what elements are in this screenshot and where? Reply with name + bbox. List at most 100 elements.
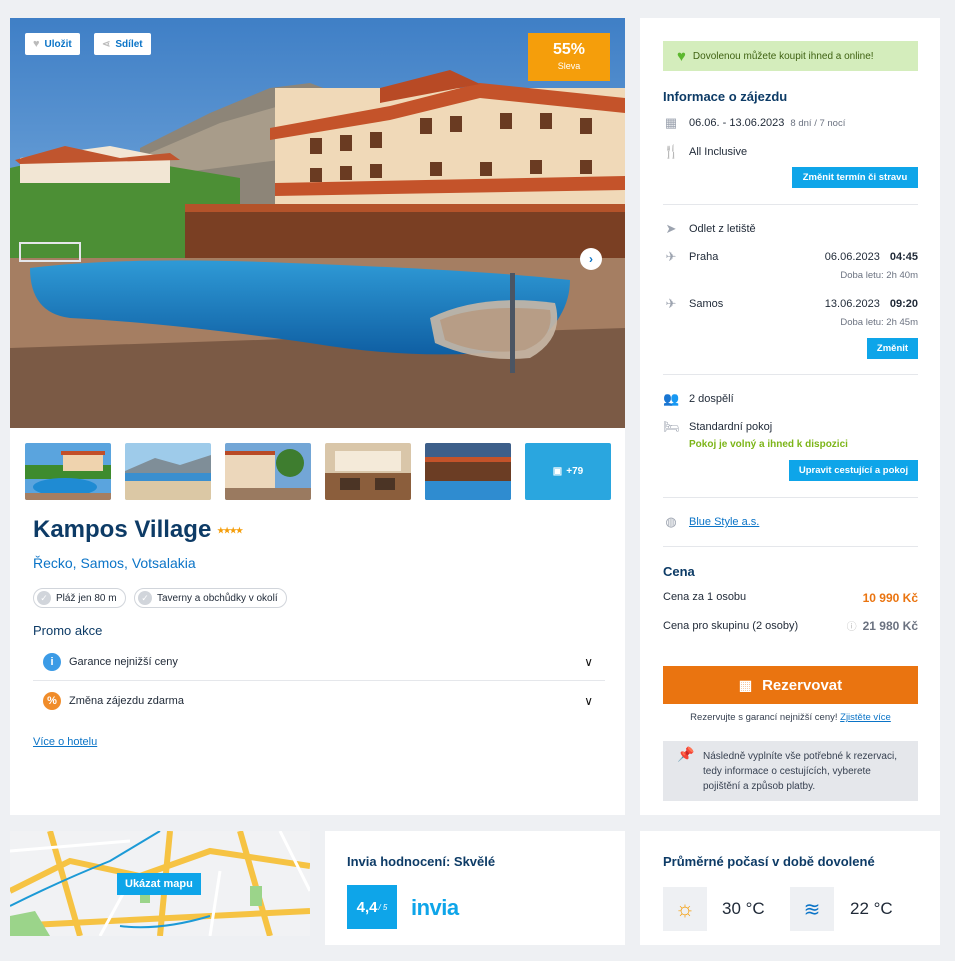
map-card[interactable]: Ukázat mapu (10, 831, 310, 936)
hotel-stars: ★★★★ (217, 525, 243, 535)
tag-beach: ✓ Pláž jen 80 m (33, 588, 126, 608)
rating-score-box: 4,4 / 5 (347, 885, 397, 929)
promo-label: Změna zájezdu zdarma (69, 695, 184, 707)
discount-badge: 55% Sleva (528, 33, 610, 81)
price-group-label: Cena pro skupinu (2 osoby) (663, 619, 799, 632)
show-map-button[interactable]: Ukázat mapu (117, 873, 201, 895)
room: 🛏 Standardní pokoj (663, 419, 772, 435)
inbound-place: Samos (689, 298, 724, 310)
edit-travellers-button[interactable]: Upravit cestující a pokoj (789, 460, 918, 481)
inbound-date: 13.06.2023 (824, 298, 880, 310)
plane-takeoff-icon: ✈ (665, 249, 677, 264)
duration-value: 8 dní / 7 nocí (790, 117, 846, 129)
travellers-value: 2 dospělí (689, 393, 734, 405)
divider (663, 374, 918, 375)
percent-icon: % (43, 692, 61, 710)
hotel-title: Kampos Village ★★★★ (33, 516, 243, 544)
dates-value: 06.06. - 13.06.2023 (689, 117, 785, 129)
board-type: 🍴 All Inclusive (663, 144, 747, 160)
guarantee-link[interactable]: Zjistěte více (840, 712, 891, 723)
booking-card: ♥ Dovolenou můžete koupit ihned a online… (640, 18, 940, 815)
thumbnail-2[interactable] (125, 443, 211, 500)
thumbnail-5[interactable] (425, 443, 511, 500)
thumbnail-image (225, 443, 311, 500)
thumbnail-1[interactable] (25, 443, 111, 500)
inbound-duration: Doba letu: 2h 45m (840, 317, 918, 328)
heart-icon: ♥ (33, 38, 40, 50)
plane-landing-icon: ✈ (665, 296, 677, 311)
tag-label: Taverny a obchůdky v okolí (157, 592, 278, 604)
check-icon: ✓ (138, 591, 152, 605)
promo-price-guarantee[interactable]: i Garance nejnižší ceny ∨ (33, 643, 605, 681)
trip-info-title: Informace o zájezdu (663, 89, 788, 104)
rating-scale: / 5 (378, 902, 388, 912)
air-temperature: 30 °C (722, 899, 765, 918)
water-temperature-icon: ≋ (790, 887, 834, 931)
thumbnail-image (425, 443, 511, 500)
share-button[interactable]: ⋖ Sdílet (94, 33, 151, 55)
room-value: Standardní pokoj (689, 421, 773, 433)
guarantee-text: Rezervujte s garancí nejnižší ceny! (690, 712, 838, 723)
thumbnail-image (25, 443, 111, 500)
rating-score: 4,4 (356, 898, 378, 916)
chevron-down-icon: ∨ (584, 694, 593, 708)
save-button[interactable]: ♥ Uložit (25, 33, 80, 55)
hotel-location[interactable]: Řecko, Samos, Votsalakia (33, 555, 196, 571)
cutlery-icon: 🍴 (663, 144, 680, 159)
next-photo-button[interactable]: › (580, 248, 602, 270)
calendar-icon: ▦ (738, 676, 753, 693)
outbound-duration: Doba letu: 2h 40m (840, 270, 918, 281)
promo-free-change[interactable]: % Změna zájezdu zdarma ∨ (33, 682, 605, 720)
more-photos-button[interactable]: ▣ +79 (525, 443, 611, 500)
invia-logo: invia (411, 895, 459, 920)
agency: ◍ Blue Style a.s. (663, 514, 759, 530)
divider (663, 546, 918, 547)
water-temperature: 22 °C (850, 899, 893, 918)
discount-label: Sleva (557, 61, 581, 71)
more-photos-count: +79 (566, 466, 584, 477)
agency-link[interactable]: Blue Style a.s. (689, 516, 759, 528)
departure-title: Odlet z letiště (689, 223, 756, 235)
hotel-card: ♥ Uložit ⋖ Sdílet 55% Sleva › ▣ +79 Kamp… (10, 18, 625, 815)
weather-title: Průměrné počasí v době dovolené (663, 854, 875, 869)
chevron-down-icon: ∨ (584, 654, 593, 669)
room-status: Pokoj je volný a ihned k dispozici (689, 439, 848, 450)
rating-card: Invia hodnocení: Skvělé 4,4 / 5 invia (325, 831, 625, 945)
change-flight-button[interactable]: Změnit (867, 338, 918, 359)
calendar-icon: ▦ (664, 115, 678, 130)
heart-icon: ♥ (677, 47, 686, 65)
reserve-button[interactable]: ▦ Rezervovat (663, 666, 918, 704)
divider (663, 497, 918, 498)
rating-title: Invia hodnocení: Skvělé (347, 854, 496, 869)
change-term-button[interactable]: Změnit termín či stravu (792, 167, 918, 188)
share-icon: ⋖ (102, 38, 111, 50)
check-icon: ✓ (37, 591, 51, 605)
travellers: 👥 2 dospělí (663, 391, 734, 407)
outbound-place: Praha (689, 251, 719, 263)
hero-photo[interactable]: ♥ Uložit ⋖ Sdílet 55% Sleva › (10, 18, 625, 428)
info-text: Následně vyplníte vše potřebné k rezerva… (703, 751, 897, 792)
bed-icon: 🛏 (663, 419, 680, 434)
more-about-hotel-link[interactable]: Více o hotelu (33, 736, 97, 748)
outbound-flight: ✈ Praha 06.06.2023 04:45 (663, 249, 918, 265)
info-icon[interactable]: ⓘ (847, 618, 857, 633)
gallery-icon: ▣ (552, 466, 563, 477)
online-banner-text: Dovolenou můžete koupit ihned a online! (692, 50, 874, 62)
promo-label: Garance nejnižší ceny (69, 655, 178, 668)
outbound-time: 04:45 (889, 251, 918, 263)
board-value: All Inclusive (689, 146, 748, 158)
reserve-label: Rezervovat (762, 676, 843, 694)
weather-card: Průměrné počasí v době dovolené ☼ 30 °C … (640, 831, 940, 945)
promo-title: Promo akce (33, 623, 103, 638)
tag-label: Pláž jen 80 m (56, 592, 117, 604)
hotel-name: Kampos Village (33, 516, 212, 543)
inbound-flight: ✈ Samos 13.06.2023 09:20 (663, 296, 918, 312)
thumbnail-4[interactable] (325, 443, 411, 500)
info-icon: i (43, 652, 61, 671)
chevron-right-icon: › (589, 252, 593, 266)
discount-value: 55% (552, 41, 586, 58)
sun-icon: ☼ (663, 887, 707, 931)
thumbnail-3[interactable] (225, 443, 311, 500)
pin-icon: 📌 (677, 746, 695, 762)
globe-icon: ◍ (665, 514, 677, 529)
